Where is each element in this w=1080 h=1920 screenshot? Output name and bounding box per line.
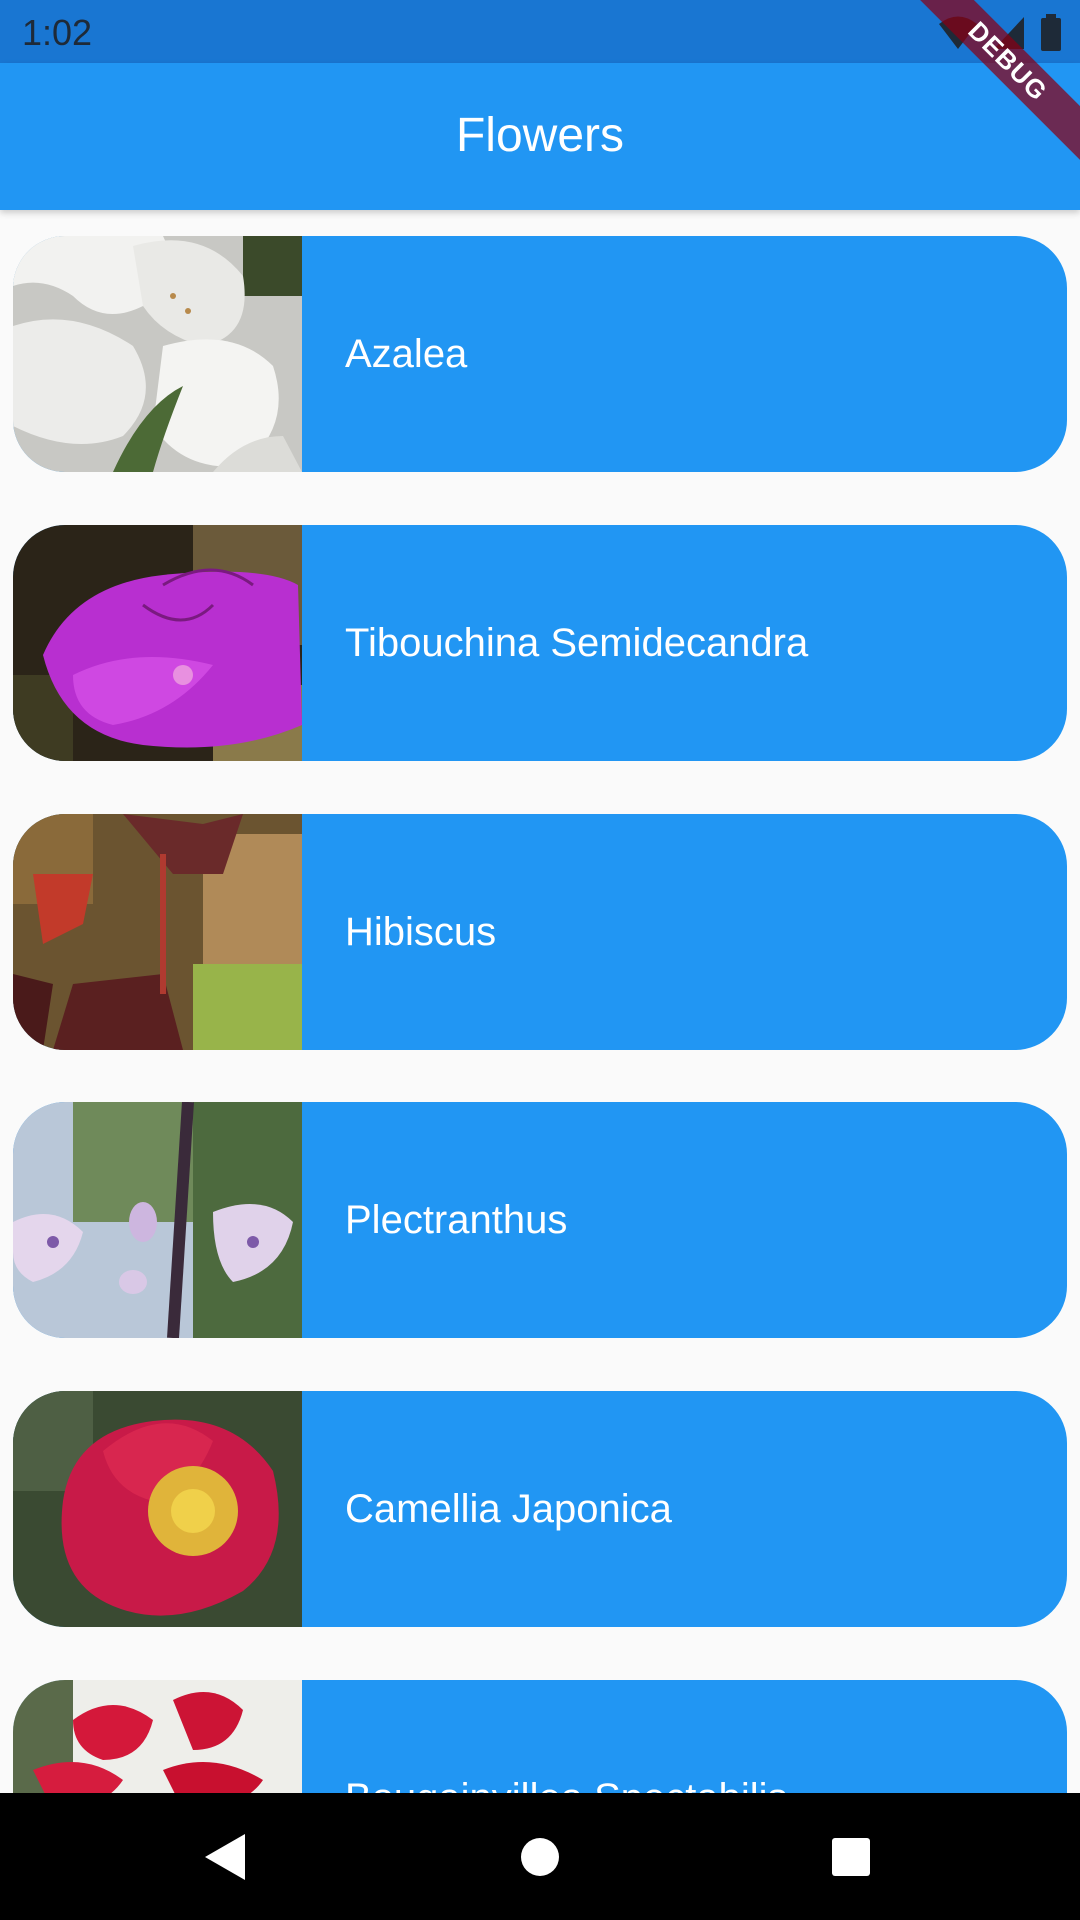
flower-name: Azalea	[345, 331, 468, 376]
flower-card-camellia[interactable]: Camellia Japonica	[13, 1391, 1067, 1627]
flower-card-hibiscus[interactable]: Hibiscus	[13, 814, 1067, 1050]
screen: 1:02 Flowers DEBUG Azalea Tibouchina Sem…	[0, 0, 1080, 1920]
flower-card-azalea[interactable]: Azalea	[13, 236, 1067, 472]
navigation-bar	[0, 1793, 1080, 1920]
app-bar: Flowers	[0, 63, 1080, 210]
back-icon[interactable]	[145, 1793, 305, 1920]
flower-card-plectranthus[interactable]: Plectranthus	[13, 1102, 1067, 1338]
page-title: Flowers	[455, 109, 625, 162]
status-bar: 1:02	[0, 0, 1080, 63]
flower-card-tibouchina[interactable]: Tibouchina Semidecandra	[13, 525, 1067, 761]
camellia-photo	[13, 1391, 302, 1627]
battery-icon	[1040, 14, 1062, 57]
flower-name: Tibouchina Semidecandra	[345, 620, 809, 665]
flower-card-bougainvillea[interactable]: Bougainvillea Spectabilis	[13, 1680, 1067, 1793]
flower-list[interactable]: Azalea Tibouchina Semidecandra Hibiscus …	[0, 210, 1080, 1793]
flower-name: Hibiscus	[345, 909, 497, 954]
recents-icon[interactable]	[771, 1793, 931, 1920]
flower-name: Plectranthus	[345, 1197, 568, 1242]
azalea-photo	[13, 236, 302, 472]
status-time: 1:02	[22, 12, 93, 53]
flower-name: Bougainvillea Spectabilis	[302, 1680, 788, 1794]
plectranthus-photo	[13, 1102, 302, 1338]
home-icon[interactable]	[460, 1793, 620, 1920]
bougainvillea-photo	[13, 1680, 302, 1793]
hibiscus-photo	[13, 814, 302, 1050]
tibouchina-photo	[13, 525, 302, 761]
flower-name: Camellia Japonica	[345, 1486, 672, 1531]
